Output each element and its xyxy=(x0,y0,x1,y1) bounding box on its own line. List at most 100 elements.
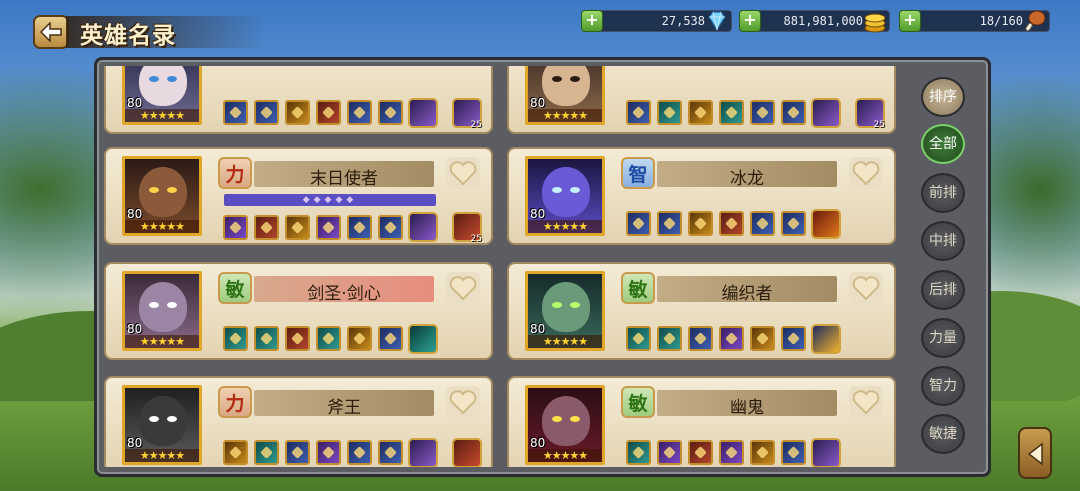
filter-intelligence-tab[interactable]: 智力 xyxy=(921,366,965,406)
equip-slot[interactable] xyxy=(688,440,713,465)
equip-slot[interactable] xyxy=(347,440,372,465)
weapon-artifact[interactable] xyxy=(408,438,438,467)
equip-slot[interactable] xyxy=(254,215,279,240)
artifact-slot[interactable]: 25 xyxy=(452,212,482,244)
equipment-row xyxy=(626,326,806,351)
equip-slot[interactable] xyxy=(688,100,713,125)
equip-slot[interactable] xyxy=(285,100,310,125)
collapse-arrow-button[interactable] xyxy=(1018,427,1052,479)
equip-slot[interactable] xyxy=(316,100,341,125)
favorite-heart-button[interactable] xyxy=(446,157,480,189)
weapon-artifact[interactable] xyxy=(408,212,438,242)
equip-slot[interactable] xyxy=(316,326,341,351)
add-gold-button[interactable]: + xyxy=(739,10,761,32)
hero-list[interactable]: 80 ★★★★★ 25 80 ★★★★★ 25 80 ★★★★★ 力 末日使者 … xyxy=(104,66,900,467)
equip-slot[interactable] xyxy=(719,211,744,236)
hero-card[interactable]: 80 ★★★★★ 敏 幽鬼 xyxy=(507,376,896,467)
equip-slot[interactable] xyxy=(316,440,341,465)
equip-slot[interactable] xyxy=(750,326,775,351)
equip-slot[interactable] xyxy=(781,100,806,125)
equip-slot[interactable] xyxy=(223,100,248,125)
artifact-slot[interactable]: 25 xyxy=(452,98,482,130)
equip-slot[interactable] xyxy=(223,326,248,351)
equip-slot[interactable] xyxy=(254,326,279,351)
weapon-artifact[interactable] xyxy=(811,438,841,467)
favorite-heart-button[interactable] xyxy=(849,157,883,189)
equip-slot[interactable] xyxy=(285,326,310,351)
hero-stars: ★★★★★ xyxy=(125,109,199,122)
equip-slot[interactable] xyxy=(378,215,403,240)
hero-card[interactable]: 80 ★★★★★ 敏 编织者 xyxy=(507,262,896,360)
equip-slot[interactable] xyxy=(781,211,806,236)
equip-slot[interactable] xyxy=(347,326,372,351)
equip-slot[interactable] xyxy=(254,100,279,125)
equip-slot[interactable] xyxy=(750,100,775,125)
equip-slot[interactable] xyxy=(254,440,279,465)
equip-slot[interactable] xyxy=(657,440,682,465)
filter-middle-row-tab[interactable]: 中排 xyxy=(921,221,965,261)
favorite-heart-button[interactable] xyxy=(446,386,480,418)
equipment-row xyxy=(626,100,806,125)
filter-agility-tab[interactable]: 敏捷 xyxy=(921,414,965,454)
equip-slot[interactable] xyxy=(378,326,403,351)
equip-slot[interactable] xyxy=(781,440,806,465)
filter-back-row-tab[interactable]: 后排 xyxy=(921,270,965,310)
equip-slot[interactable] xyxy=(285,440,310,465)
hero-card[interactable]: 80 ★★★★★ 智 冰龙 xyxy=(507,147,896,245)
artifact-slot[interactable] xyxy=(811,324,841,354)
weapon-artifact[interactable] xyxy=(408,98,438,128)
equip-slot[interactable] xyxy=(781,326,806,351)
add-diamond-button[interactable]: + xyxy=(581,10,603,32)
equip-slot[interactable] xyxy=(657,211,682,236)
equip-slot[interactable] xyxy=(688,326,713,351)
equip-slot[interactable] xyxy=(719,100,744,125)
add-food-button[interactable]: + xyxy=(899,10,921,32)
gold-coins-icon xyxy=(864,13,886,33)
diamond-counter: + 27,538 xyxy=(581,10,732,32)
back-button[interactable] xyxy=(33,15,69,49)
hero-portrait: 80 ★★★★★ xyxy=(525,385,605,465)
equip-slot[interactable] xyxy=(626,326,651,351)
equip-slot[interactable] xyxy=(719,326,744,351)
equip-slot[interactable] xyxy=(223,215,248,240)
equip-slot[interactable] xyxy=(285,215,310,240)
favorite-heart-button[interactable] xyxy=(446,272,480,304)
equip-slot[interactable] xyxy=(378,440,403,465)
equip-slot[interactable] xyxy=(688,211,713,236)
artifact-slot[interactable] xyxy=(811,209,841,239)
equip-slot[interactable] xyxy=(626,440,651,465)
equip-slot[interactable] xyxy=(719,440,744,465)
hero-card[interactable]: 80 ★★★★★ 力 末日使者 ◆◆◆◆◆ 25 xyxy=(104,147,493,245)
hero-name-bar: 编织者 xyxy=(657,276,837,304)
equip-slot[interactable] xyxy=(347,215,372,240)
hero-card[interactable]: 80 ★★★★★ 力 斧王 xyxy=(104,376,493,467)
artifact-slot[interactable]: 25 xyxy=(855,98,885,130)
equip-slot[interactable] xyxy=(223,440,248,465)
equip-slot[interactable] xyxy=(347,100,372,125)
artifact-slot[interactable] xyxy=(408,324,438,354)
filter-front-row-tab[interactable]: 前排 xyxy=(921,173,965,213)
hero-card[interactable]: 80 ★★★★★ 25 xyxy=(104,66,493,134)
favorite-heart-button[interactable] xyxy=(849,386,883,418)
equip-slot[interactable] xyxy=(657,100,682,125)
equipment-row xyxy=(626,440,806,465)
filter-strength-tab[interactable]: 力量 xyxy=(921,318,965,358)
equip-slot[interactable] xyxy=(750,211,775,236)
arrow-left-icon xyxy=(40,22,62,42)
artifact-slot[interactable] xyxy=(452,438,482,467)
equip-slot[interactable] xyxy=(316,215,341,240)
hero-face xyxy=(542,396,590,446)
filter-all-tab[interactable]: 全部 xyxy=(921,124,965,164)
hero-card[interactable]: 80 ★★★★★ 25 xyxy=(507,66,896,134)
hero-card[interactable]: 80 ★★★★★ 敏 剑圣·剑心 xyxy=(104,262,493,360)
sort-button[interactable]: 排序 xyxy=(921,77,965,117)
equip-slot[interactable] xyxy=(750,440,775,465)
hero-face xyxy=(139,396,187,446)
weapon-artifact[interactable] xyxy=(811,98,841,128)
equip-slot[interactable] xyxy=(626,211,651,236)
equip-slot[interactable] xyxy=(378,100,403,125)
favorite-heart-button[interactable] xyxy=(849,272,883,304)
equip-slot[interactable] xyxy=(626,100,651,125)
hero-name: 编织者 xyxy=(721,284,773,304)
equip-slot[interactable] xyxy=(657,326,682,351)
